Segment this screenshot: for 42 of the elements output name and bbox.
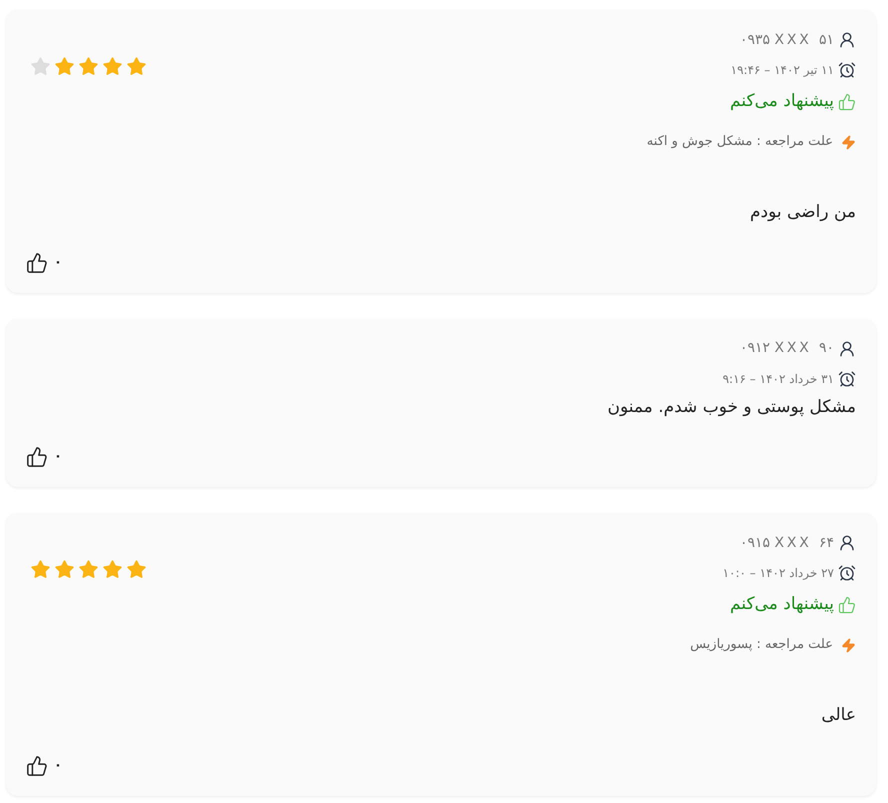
recommendation-label: پیشنهاد می‌کنم xyxy=(730,593,834,616)
star-icon xyxy=(78,559,99,580)
star-icon xyxy=(54,559,75,580)
review-date: ۱۱ تیر ۱۴۰۲ – ۱۹:۴۶ xyxy=(730,62,834,79)
review-date: ۲۷ خرداد ۱۴۰۲ – ۱۰:۰ xyxy=(722,565,834,582)
star-icon xyxy=(126,559,147,580)
lightning-icon xyxy=(841,638,856,652)
phone-number: ۰۹۱۵ XXX ۶۴ xyxy=(740,534,834,552)
thumbs-up-icon xyxy=(26,754,48,776)
alarm-clock-icon xyxy=(838,564,856,582)
review-comment: مشکل پوستی و خوب شدم. ممنون xyxy=(607,396,856,416)
phone-number: ۰۹۳۵ XXX ۵۱ xyxy=(740,30,834,50)
like-count: ۰ xyxy=(54,448,62,466)
thumbs-up-icon xyxy=(838,596,856,614)
star-icon xyxy=(102,559,123,580)
recommendation-label: پیشنهاد می‌کنم xyxy=(730,90,834,114)
lightning-icon xyxy=(841,134,856,150)
thumbs-up-icon xyxy=(26,446,48,468)
user-icon xyxy=(838,534,856,552)
visit-reason: علت مراجعه : پسوریازیس xyxy=(690,636,833,654)
review-comment: من راضی بودم xyxy=(750,202,856,222)
thumbs-up-icon xyxy=(26,252,48,274)
review-comment: عالی xyxy=(821,705,856,725)
thumbs-up-icon xyxy=(838,93,856,111)
star-icon xyxy=(30,56,51,77)
like-count: ۰ xyxy=(54,254,62,272)
like-count: ۰ xyxy=(54,756,62,775)
like-button[interactable]: ۰ xyxy=(26,446,62,468)
star-icon xyxy=(78,56,99,77)
user-icon xyxy=(838,31,856,49)
star-icon xyxy=(102,56,123,77)
star-icon xyxy=(126,56,147,77)
like-button[interactable]: ۰ xyxy=(26,754,62,776)
like-button[interactable]: ۰ xyxy=(26,252,62,274)
phone-number: ۰۹۱۲ XXX ۹۰ xyxy=(740,339,834,358)
star-icon xyxy=(54,56,75,77)
alarm-clock-icon xyxy=(838,370,856,388)
review-date: ۳۱ خرداد ۱۴۰۲ – ۹:۱۶ xyxy=(722,370,834,388)
visit-reason: علت مراجعه : مشکل جوش و اکنه xyxy=(646,133,833,152)
user-icon xyxy=(838,340,856,358)
star-icon xyxy=(30,559,51,580)
alarm-clock-icon xyxy=(838,61,856,79)
